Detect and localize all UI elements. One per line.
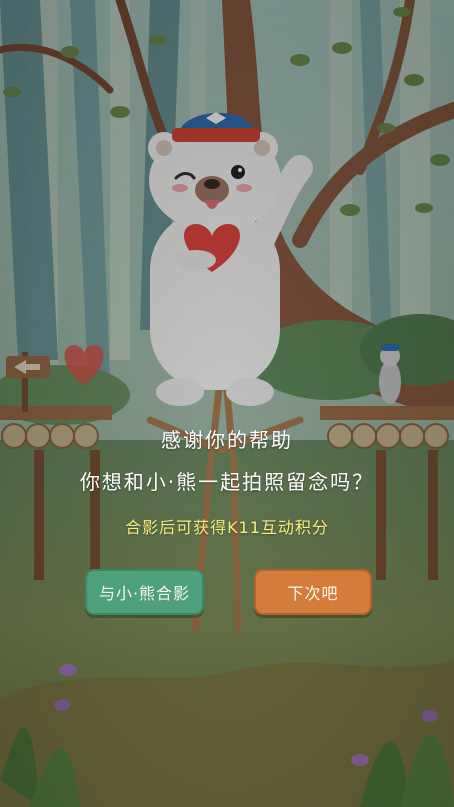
reward-text: 合影后可获得K11互动积分 (125, 518, 329, 537)
thanks-text: 感谢你的帮助 (161, 428, 293, 452)
take-photo-button-label: 与小·熊合影 (98, 584, 191, 603)
dim-overlay (0, 0, 454, 807)
take-photo-button[interactable]: 与小·熊合影 (85, 569, 204, 615)
photo-question-text: 你想和小·熊一起拍照留念吗？ (79, 470, 375, 494)
next-time-button-label: 下次吧 (287, 584, 339, 603)
next-time-button[interactable]: 下次吧 (254, 569, 372, 615)
forest-scene (0, 0, 454, 807)
